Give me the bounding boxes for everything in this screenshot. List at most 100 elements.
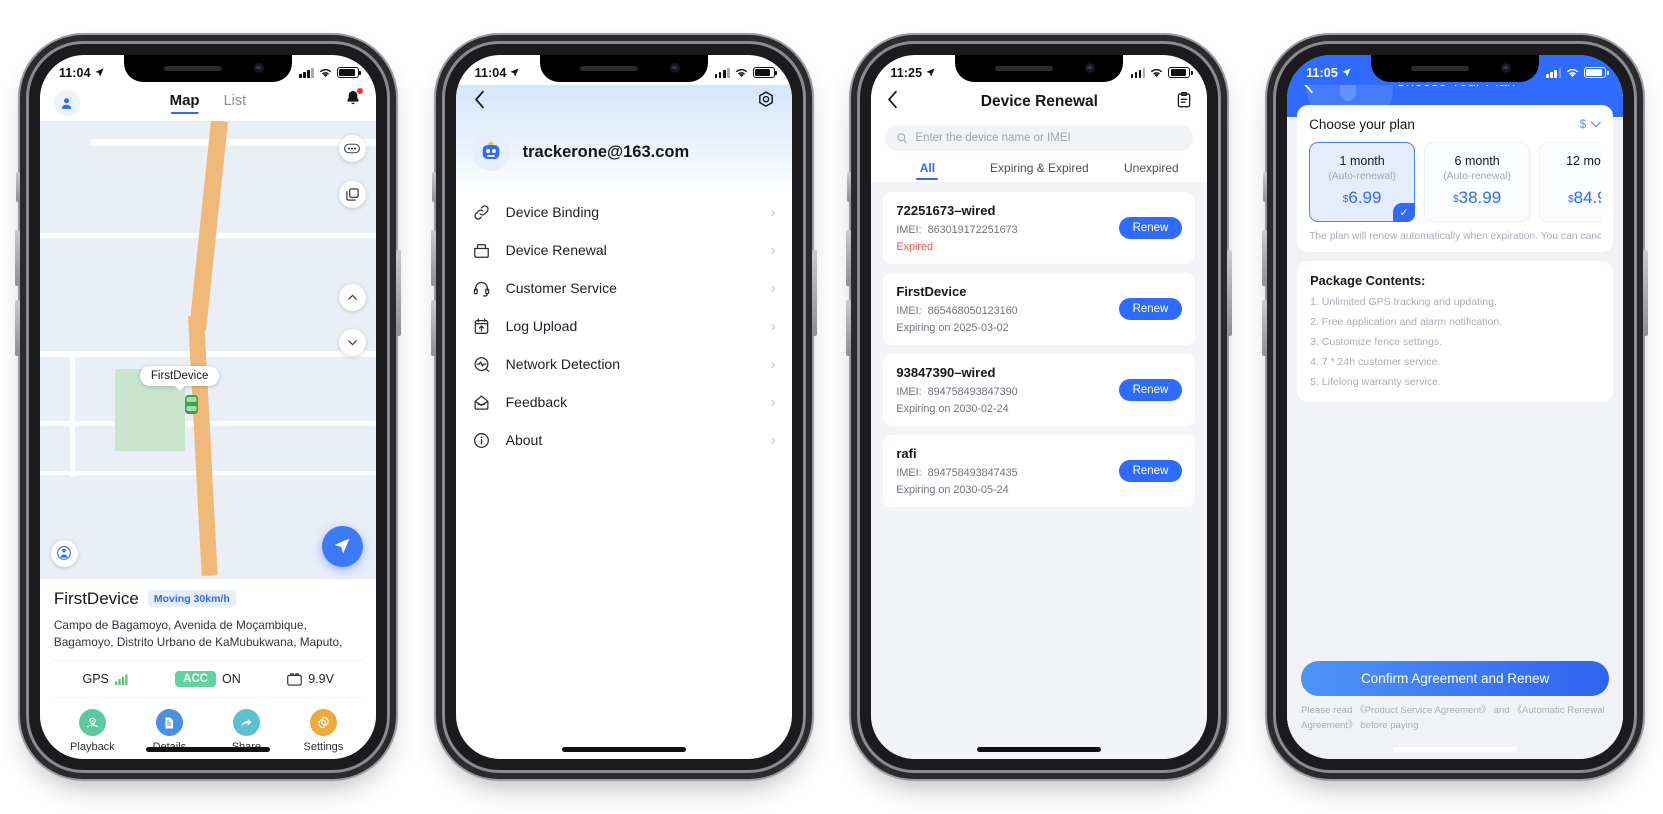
- settings-button[interactable]: [756, 90, 776, 115]
- home-indicator[interactable]: [977, 747, 1102, 752]
- power-button[interactable]: [1227, 250, 1233, 336]
- tab-map[interactable]: Map: [170, 92, 200, 114]
- imei-value: 894758493847390: [927, 386, 1018, 398]
- volume-down-button[interactable]: [846, 300, 852, 356]
- notifications-button[interactable]: [344, 87, 364, 112]
- table-row[interactable]: FirstDevice IMEI: 865468050123160 Expiri…: [883, 273, 1196, 345]
- phone-device-renewal: 11:25 Device Renewal Enter the device na…: [846, 44, 1233, 770]
- action-settings[interactable]: Settings: [285, 709, 362, 753]
- renew-button[interactable]: Renew: [1118, 298, 1183, 320]
- more-options-button[interactable]: [338, 135, 366, 162]
- pan-up-button[interactable]: [338, 284, 366, 311]
- menu-item-network-detection[interactable]: Network Detection ›: [472, 345, 776, 383]
- device-imei: IMEI: 865468050123160: [896, 305, 1118, 317]
- plan-option-12-month[interactable]: 12 month $84.99: [1539, 142, 1602, 222]
- volume-down-button[interactable]: [14, 300, 20, 356]
- action-playback[interactable]: Playback: [54, 709, 131, 753]
- orders-button[interactable]: [1175, 91, 1193, 114]
- confirm-renew-button[interactable]: Confirm Agreement and Renew: [1301, 661, 1610, 697]
- plan-option-6-month[interactable]: 6 month (Auto-renewal) $38.99: [1424, 142, 1531, 222]
- volume-up-button[interactable]: [14, 230, 20, 286]
- navigate-icon: [334, 538, 350, 554]
- tab-expiring-expired[interactable]: Expiring & Expired: [983, 161, 1095, 180]
- pan-down-button[interactable]: [338, 329, 366, 356]
- mute-switch[interactable]: [15, 172, 20, 202]
- cellular-signal-icon: [714, 67, 730, 78]
- device-info: 72251673–wired IMEI: 863019172251673 Exp…: [896, 203, 1118, 253]
- wifi-icon: [319, 68, 332, 78]
- recenter-button[interactable]: [321, 525, 363, 567]
- home-indicator[interactable]: [145, 747, 270, 752]
- power-button[interactable]: [395, 250, 401, 336]
- menu-item-label: Network Detection: [505, 356, 621, 372]
- nav-row: [472, 85, 776, 119]
- imei-label: IMEI:: [896, 386, 922, 398]
- plan-options: 1 month (Auto-renewal) $6.99 ✓ 6 month (…: [1309, 142, 1602, 222]
- share-icon: [232, 709, 260, 736]
- chevron-right-icon: ›: [770, 317, 776, 335]
- account-email: trackerone@163.com: [522, 142, 690, 161]
- tab-list[interactable]: List: [224, 93, 247, 114]
- device-info: FirstDevice IMEI: 865468050123160 Expiri…: [896, 284, 1118, 334]
- power-button[interactable]: [811, 250, 817, 336]
- renew-button[interactable]: Renew: [1118, 379, 1183, 401]
- device-expiry: Expiring on 2025-03-02: [896, 322, 1009, 334]
- power-button[interactable]: [1643, 250, 1649, 336]
- tab-unexpired[interactable]: Unexpired: [1095, 161, 1207, 180]
- product-service-agreement-link[interactable]: 《Product Service Agreement》: [1355, 705, 1491, 716]
- map-layers-button[interactable]: [338, 181, 366, 208]
- menu-item-log-upload[interactable]: Log Upload ›: [472, 307, 776, 345]
- plan-currency: $: [1453, 194, 1459, 205]
- renew-button[interactable]: Renew: [1118, 460, 1183, 482]
- imei-label: IMEI:: [896, 467, 922, 479]
- menu-item-about[interactable]: About ›: [472, 421, 776, 459]
- renew-button[interactable]: Renew: [1118, 217, 1183, 239]
- mute-switch[interactable]: [431, 172, 436, 202]
- currency-selector[interactable]: $: [1580, 119, 1601, 131]
- search-input[interactable]: Enter the device name or IMEI: [885, 125, 1194, 151]
- plan-screen-body: Choose Your Plan Choose your plan $: [1287, 55, 1624, 759]
- volume-up-button[interactable]: [430, 230, 436, 286]
- tab-all[interactable]: All: [871, 161, 983, 180]
- chevron-up-icon: [348, 294, 357, 300]
- status-time-group: 11:04: [59, 66, 105, 80]
- street-view-button[interactable]: [50, 539, 78, 567]
- account-row[interactable]: trackerone@163.com: [471, 119, 776, 193]
- plan-option-1-month[interactable]: 1 month (Auto-renewal) $6.99 ✓: [1309, 142, 1416, 222]
- menu-item-label: About: [505, 432, 543, 448]
- mute-switch[interactable]: [1263, 172, 1268, 202]
- menu-item-device-binding[interactable]: Device Binding ›: [472, 193, 776, 231]
- cellular-signal-icon: [1130, 67, 1146, 78]
- back-button[interactable]: [472, 90, 487, 114]
- mute-switch[interactable]: [847, 172, 852, 202]
- signal-strength-icon: [114, 673, 128, 685]
- location-arrow-icon: [510, 68, 520, 77]
- device-map-label[interactable]: FirstDevice: [139, 366, 220, 386]
- front-camera: [669, 63, 680, 73]
- menu-item-device-renewal[interactable]: Device Renewal ›: [472, 231, 776, 269]
- vehicle-marker-icon[interactable]: [184, 393, 199, 416]
- list-item: 3. Customize fence settings.: [1310, 336, 1443, 348]
- home-indicator[interactable]: [1393, 747, 1518, 752]
- device-expiry: Expiring on 2030-05-24: [896, 484, 1009, 496]
- device-info: rafi IMEI: 894758493847435 Expiring on 2…: [896, 446, 1118, 496]
- table-row[interactable]: rafi IMEI: 894758493847435 Expiring on 2…: [883, 435, 1196, 507]
- volume-up-button[interactable]: [1262, 230, 1268, 286]
- map-canvas[interactable]: FirstDevice: [39, 121, 376, 579]
- menu-item-feedback[interactable]: Feedback ›: [472, 383, 776, 421]
- home-indicator[interactable]: [561, 747, 686, 752]
- menu-item-customer-service[interactable]: Customer Service ›: [472, 269, 776, 307]
- table-row[interactable]: 93847390–wired IMEI: 894758493847390 Exp…: [883, 354, 1196, 426]
- menu-item-label: Device Renewal: [505, 242, 607, 258]
- table-row[interactable]: 72251673–wired IMEI: 863019172251673 Exp…: [883, 192, 1196, 264]
- page-title: Device Renewal: [980, 93, 1098, 110]
- volume-down-button[interactable]: [1262, 300, 1268, 356]
- search-icon: [897, 133, 908, 143]
- volume-down-button[interactable]: [430, 300, 436, 356]
- profile-button[interactable]: [53, 90, 80, 116]
- wifi-icon: [735, 68, 747, 78]
- volume-up-button[interactable]: [846, 230, 852, 286]
- status-time-group: 11:04: [475, 66, 521, 80]
- menu-screen-body: trackerone@163.com Device Binding › Devi…: [455, 55, 792, 759]
- notch: [539, 55, 708, 82]
